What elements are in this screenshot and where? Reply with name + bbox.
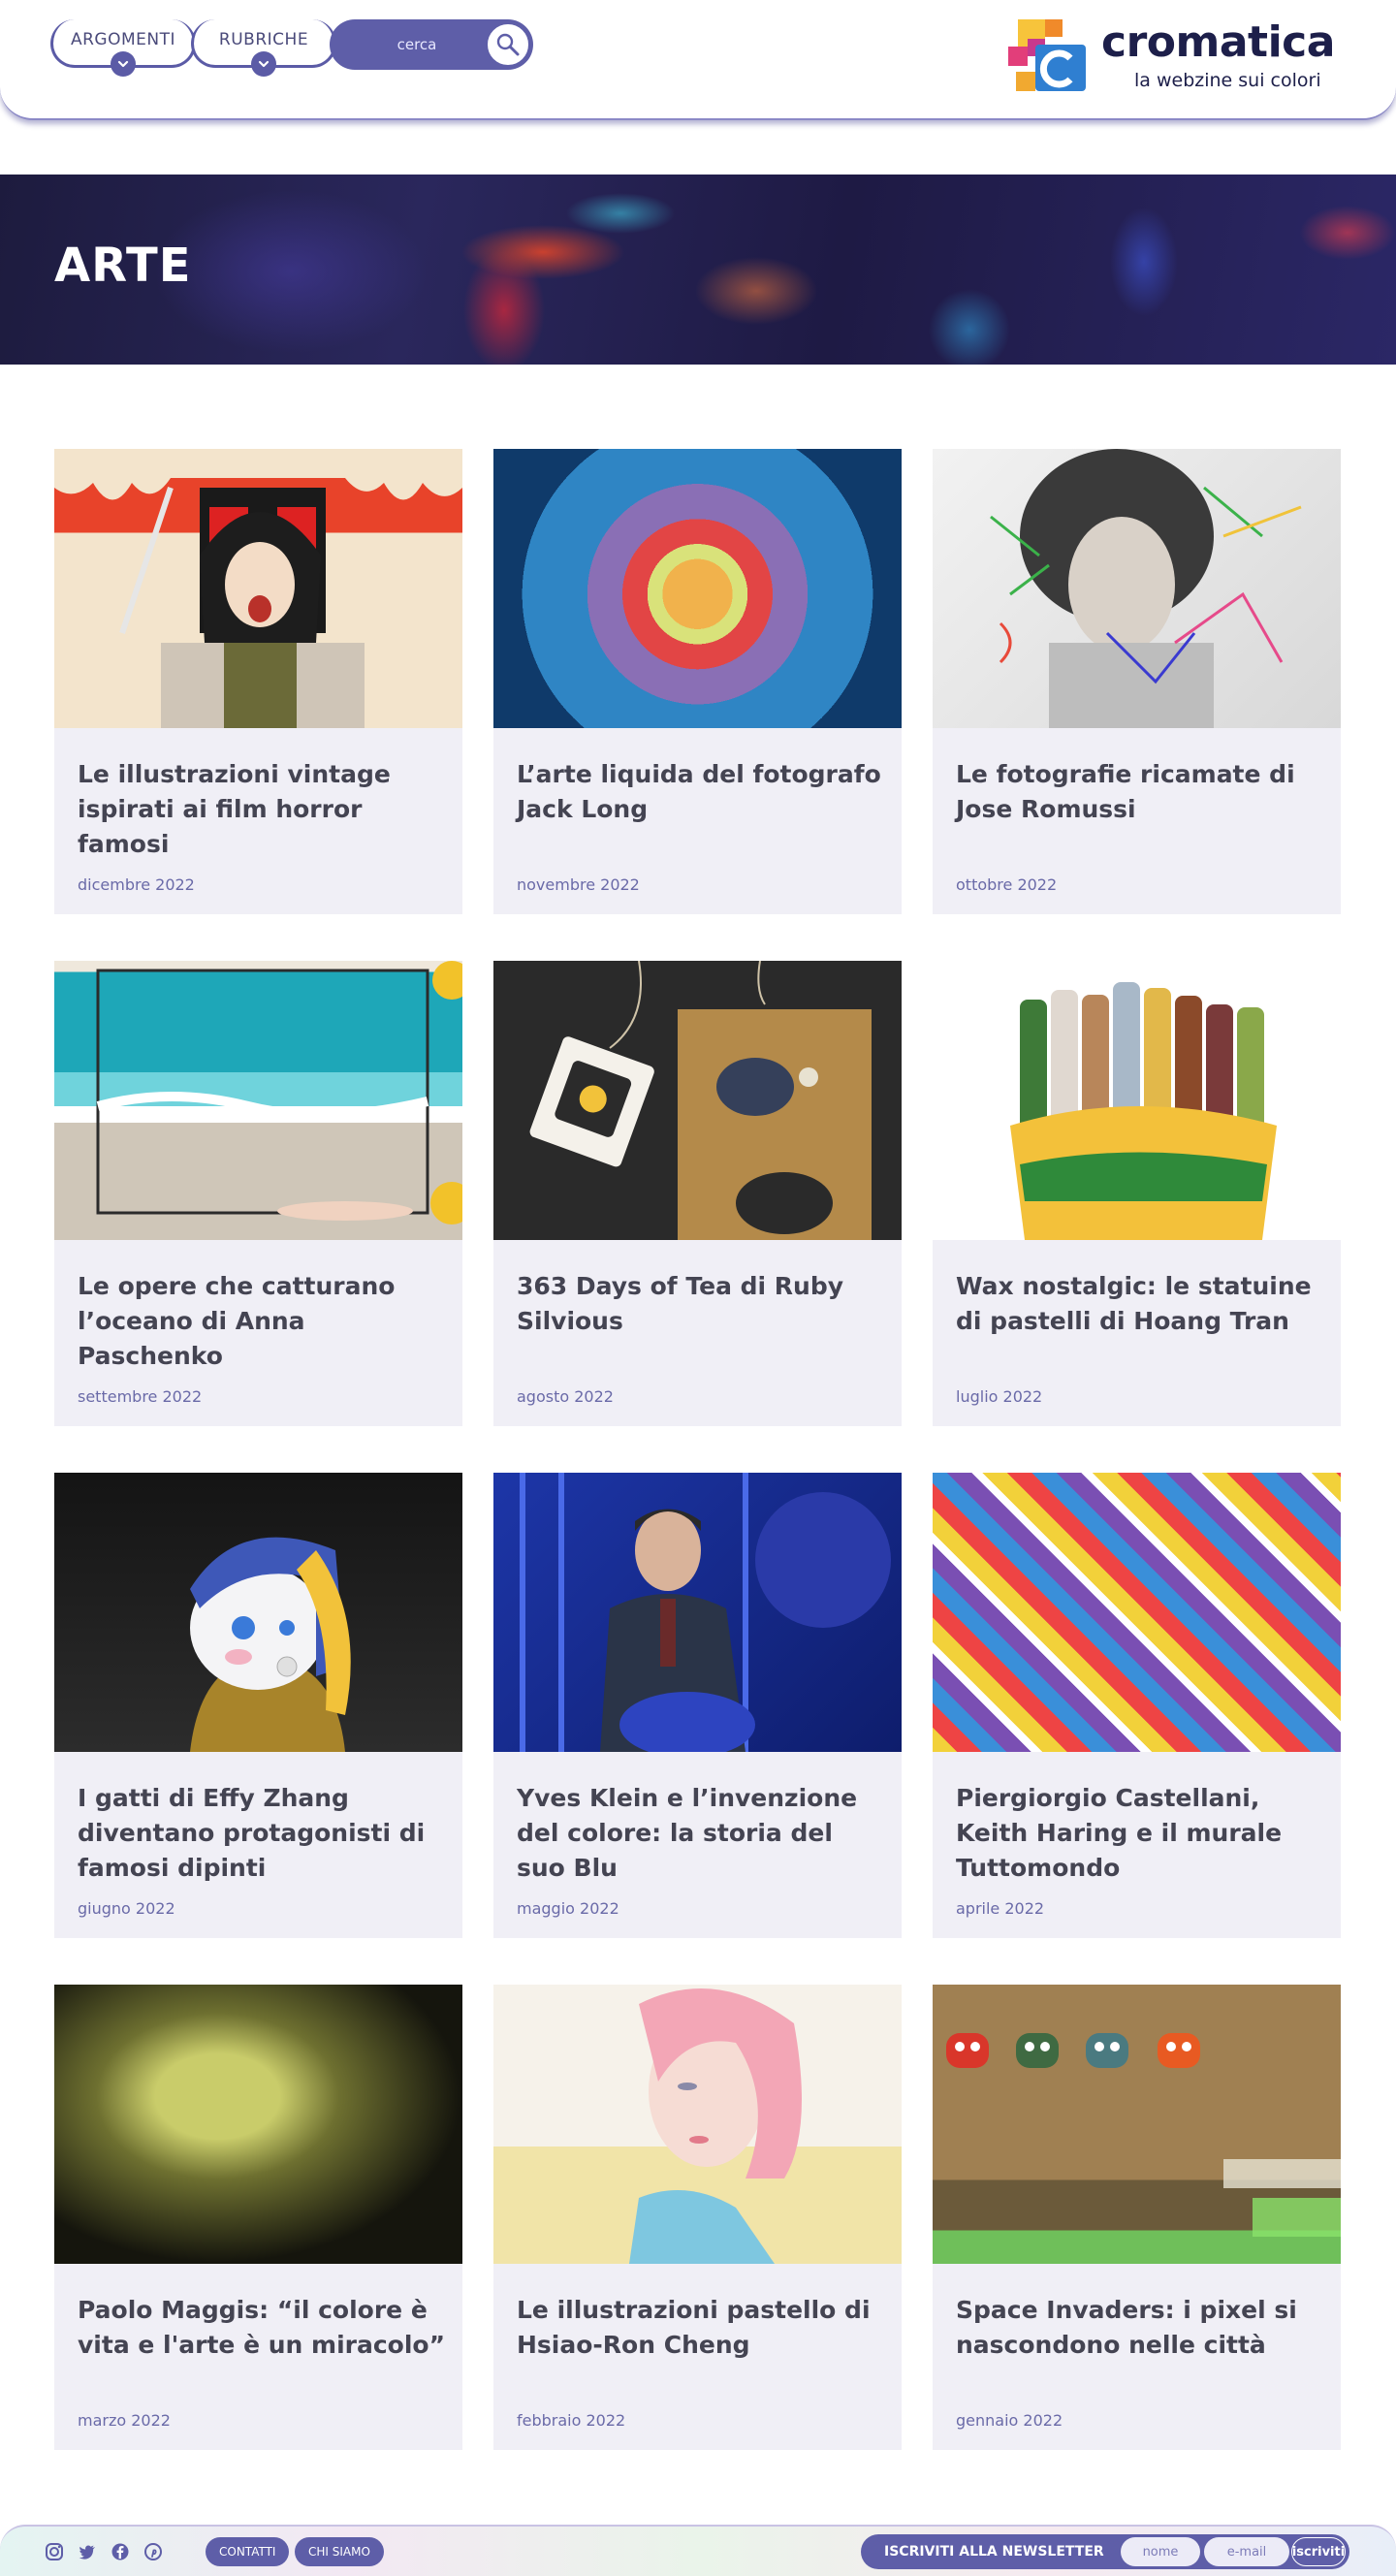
article-date: novembre 2022 [517, 875, 640, 894]
article-image[interactable] [933, 961, 1341, 1240]
search-button[interactable] [485, 21, 531, 68]
logo-name: cromatica [1101, 17, 1335, 67]
article-title[interactable]: Paolo Maggis: “il colore è vita e l'arte… [78, 2293, 446, 2363]
article-image[interactable] [493, 961, 902, 1240]
article-grid: Le illustrazioni vintage ispirati ai fil… [54, 449, 1342, 2451]
search-bar [330, 19, 533, 70]
pinterest-icon[interactable] [143, 2542, 163, 2561]
article-date: marzo 2022 [78, 2411, 171, 2430]
article-date: luglio 2022 [956, 1387, 1043, 1406]
article-image[interactable] [933, 449, 1341, 728]
article-image[interactable] [933, 1985, 1341, 2264]
newsletter-name-input[interactable] [1121, 2537, 1200, 2566]
site-logo[interactable]: cromatica la webzine sui colori [1008, 17, 1335, 99]
article-card[interactable]: Wax nostalgic: le statuine di pastelli d… [933, 961, 1341, 1426]
magnifier-icon [496, 33, 520, 56]
article-title[interactable]: Piergiorgio Castellani, Keith Haring e i… [956, 1781, 1324, 1886]
newsletter-label: ISCRIVITI ALLA NEWSLETTER [884, 2544, 1104, 2560]
article-image[interactable] [54, 961, 462, 1240]
article-image[interactable] [493, 1985, 902, 2264]
article-date: agosto 2022 [517, 1387, 614, 1406]
article-card[interactable]: 363 Days of Tea di Ruby Silvious agosto … [493, 961, 902, 1426]
article-title[interactable]: L’arte liquida del fotografo Jack Long [517, 757, 885, 827]
article-title[interactable]: Space Invaders: i pixel si nascondono ne… [956, 2293, 1324, 2363]
article-image[interactable] [933, 1473, 1341, 1752]
article-date: febbraio 2022 [517, 2411, 626, 2430]
nav-rubriche-label: RUBRICHE [218, 29, 309, 49]
main-nav: ARGOMENTI RUBRICHE [50, 19, 535, 77]
article-date: ottobre 2022 [956, 875, 1058, 894]
article-title[interactable]: Le fotografie ricamate di Jose Romussi [956, 757, 1324, 827]
nav-argomenti-dropdown[interactable]: ARGOMENTI [50, 19, 196, 77]
chevron-down-icon [251, 51, 276, 77]
article-title[interactable]: Le illustrazioni vintage ispirati ai fil… [78, 757, 446, 862]
article-image[interactable] [493, 1473, 902, 1752]
article-date: gennaio 2022 [956, 2411, 1063, 2430]
logo-tagline: la webzine sui colori [1134, 70, 1321, 91]
article-card[interactable]: Le opere che catturano l’oceano di Anna … [54, 961, 462, 1426]
newsletter-email-input[interactable] [1204, 2537, 1289, 2566]
chevron-down-icon [111, 51, 136, 77]
article-date: dicembre 2022 [78, 875, 195, 894]
article-title[interactable]: Le illustrazioni pastello di Hsiao-Ron C… [517, 2293, 885, 2363]
site-footer: CONTATTI CHI SIAMO ISCRIVITI ALLA NEWSLE… [0, 2525, 1396, 2576]
article-card[interactable]: Yves Klein e l’invenzione del colore: la… [493, 1473, 902, 1938]
article-card[interactable]: Le fotografie ricamate di Jose Romussi o… [933, 449, 1341, 914]
article-card[interactable]: Le illustrazioni vintage ispirati ai fil… [54, 449, 462, 914]
article-card[interactable]: Paolo Maggis: “il colore è vita e l'arte… [54, 1985, 462, 2450]
article-card[interactable]: I gatti di Effy Zhang diventano protagon… [54, 1473, 462, 1938]
newsletter-subscribe-button[interactable]: iscriviti [1291, 2537, 1346, 2566]
search-input[interactable] [349, 36, 485, 53]
article-card[interactable]: Space Invaders: i pixel si nascondono ne… [933, 1985, 1341, 2450]
instagram-icon[interactable] [45, 2542, 64, 2561]
article-date: maggio 2022 [517, 1899, 619, 1918]
article-card[interactable]: L’arte liquida del fotografo Jack Long n… [493, 449, 902, 914]
article-title[interactable]: 363 Days of Tea di Ruby Silvious [517, 1269, 885, 1339]
site-header: ARGOMENTI RUBRICHE cerca cromatica la we… [0, 0, 1396, 120]
chi-siamo-button[interactable]: CHI SIAMO [295, 2537, 384, 2566]
article-image[interactable] [54, 1985, 462, 2264]
article-image[interactable] [493, 449, 902, 728]
article-title[interactable]: Le opere che catturano l’oceano di Anna … [78, 1269, 446, 1374]
category-hero-banner: ARTE [0, 175, 1396, 365]
article-card[interactable]: Piergiorgio Castellani, Keith Haring e i… [933, 1473, 1341, 1938]
article-image[interactable] [54, 449, 462, 728]
article-title[interactable]: I gatti di Effy Zhang diventano protagon… [78, 1781, 446, 1886]
article-date: settembre 2022 [78, 1387, 203, 1406]
article-date: aprile 2022 [956, 1899, 1045, 1918]
page-title: ARTE [54, 239, 192, 293]
article-title[interactable]: Wax nostalgic: le statuine di pastelli d… [956, 1269, 1324, 1339]
nav-argomenti-label: ARGOMENTI [70, 29, 176, 49]
contatti-button[interactable]: CONTATTI [206, 2537, 290, 2566]
logo-color-squares-icon [1008, 19, 1086, 91]
article-image[interactable] [54, 1473, 462, 1752]
nav-rubriche-dropdown[interactable]: RUBRICHE [191, 19, 336, 77]
newsletter-form: ISCRIVITI ALLA NEWSLETTER iscriviti [861, 2534, 1349, 2569]
twitter-icon[interactable] [78, 2542, 97, 2561]
article-title[interactable]: Yves Klein e l’invenzione del colore: la… [517, 1781, 885, 1886]
article-date: giugno 2022 [78, 1899, 175, 1918]
facebook-icon[interactable] [111, 2542, 130, 2561]
article-card[interactable]: Le illustrazioni pastello di Hsiao-Ron C… [493, 1985, 902, 2450]
